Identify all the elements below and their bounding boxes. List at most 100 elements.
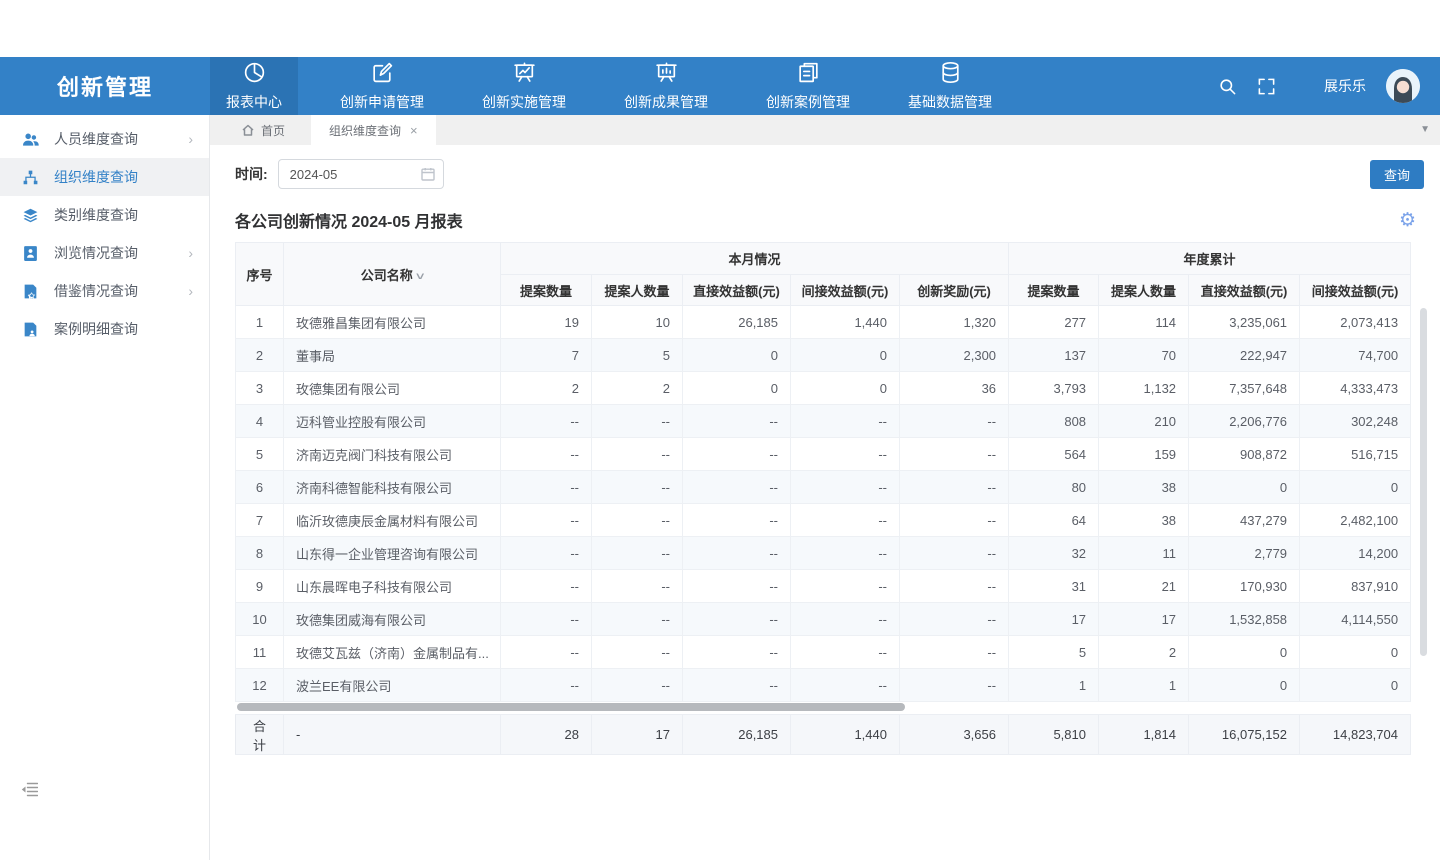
nav-item-innovation-achievement[interactable]: 创新成果管理	[608, 57, 724, 115]
cell-year-proposals: 808	[1009, 405, 1099, 438]
cell-company: 山东晨晖电子科技有限公司	[284, 570, 501, 603]
cell-year-direct-benefit: 0	[1189, 471, 1300, 504]
tab-org-dimension[interactable]: 组织维度查询 ×	[311, 115, 436, 145]
close-icon[interactable]: ×	[410, 123, 418, 138]
cell-month-reward: 2,300	[900, 339, 1009, 372]
sidebar-item-browse-status[interactable]: 浏览情况查询 ›	[0, 234, 209, 272]
date-input[interactable]	[278, 159, 444, 189]
cell-month-direct-benefit: --	[683, 438, 791, 471]
cell-month-indirect-benefit: --	[791, 438, 900, 471]
user-avatar[interactable]	[1386, 69, 1420, 103]
cell-year-proposals: 277	[1009, 306, 1099, 339]
horizontal-scrollbar-thumb[interactable]	[237, 703, 905, 711]
fullscreen-icon[interactable]	[1257, 77, 1276, 96]
total-label: 合计	[236, 715, 284, 755]
calendar-icon[interactable]	[421, 167, 435, 181]
cell-month-reward: 36	[900, 372, 1009, 405]
cell-year-proposers: 21	[1099, 570, 1189, 603]
cell-seq: 3	[236, 372, 284, 405]
report-title: 各公司创新情况 2024-05 月报表	[235, 208, 463, 232]
innovation-implement-icon	[512, 60, 537, 90]
vertical-scrollbar-thumb[interactable]	[1420, 308, 1427, 656]
nav-item-innovation-case[interactable]: 创新案例管理	[750, 57, 866, 115]
innovation-achievement-icon	[654, 60, 679, 90]
table-row: 10 玫德集团威海有限公司 -- -- -- -- -- 17 17 1,532…	[236, 603, 1411, 636]
cell-month-direct-benefit: 0	[683, 339, 791, 372]
cell-seq: 12	[236, 669, 284, 702]
table-row: 5 济南迈克阀门科技有限公司 -- -- -- -- -- 564 159 90…	[236, 438, 1411, 471]
home-icon	[242, 124, 254, 136]
cell-company: 玫德集团威海有限公司	[284, 603, 501, 636]
table-body: 1 玫德雅昌集团有限公司 19 10 26,185 1,440 1,320 27…	[236, 306, 1411, 702]
gear-icon[interactable]: ⚙	[1399, 211, 1416, 230]
cell-month-indirect-benefit: --	[791, 405, 900, 438]
cell-month-proposers: --	[592, 471, 683, 504]
cell-month-reward: --	[900, 669, 1009, 702]
cell-year-proposals: 17	[1009, 603, 1099, 636]
cell-company: 玫德集团有限公司	[284, 372, 501, 405]
cell-year-indirect-benefit: 2,482,100	[1300, 504, 1411, 537]
chevron-right-icon: ›	[188, 284, 193, 298]
cell-company: 玫德艾瓦兹（济南）金属制品有...	[284, 636, 501, 669]
cell-company: 迈科管业控股有限公司	[284, 405, 501, 438]
nav-item-innovation-implement[interactable]: 创新实施管理	[466, 57, 582, 115]
cell-company: 董事局	[284, 339, 501, 372]
cell-month-direct-benefit: --	[683, 603, 791, 636]
search-icon[interactable]	[1218, 77, 1237, 96]
sidebar-item-case-detail[interactable]: 案例明细查询	[0, 310, 209, 348]
table-row: 6 济南科德智能科技有限公司 -- -- -- -- -- 80 38 0 0	[236, 471, 1411, 504]
report-table: 序号 公司名称˅ 本月情况 年度累计 提案数量提案人数量直接效益额(元)间接效益…	[235, 242, 1411, 702]
cell-month-direct-benefit: --	[683, 504, 791, 537]
cell-year-indirect-benefit: 74,700	[1300, 339, 1411, 372]
column-header-company[interactable]: 公司名称˅	[284, 243, 501, 306]
column-header: 创新奖励(元)	[900, 275, 1009, 306]
cell-company: 山东得一企业管理咨询有限公司	[284, 537, 501, 570]
cell-month-indirect-benefit: 0	[791, 372, 900, 405]
sidebar-item-org-dimension[interactable]: 组织维度查询	[0, 158, 209, 196]
cell-year-proposers: 38	[1099, 504, 1189, 537]
chevron-right-icon: ›	[188, 246, 193, 260]
sidebar-item-person-dimension[interactable]: 人员维度查询 ›	[0, 120, 209, 158]
group-header-month: 本月情况	[501, 243, 1009, 275]
sidebar-item-reference-status[interactable]: 借鉴情况查询 ›	[0, 272, 209, 310]
cell-year-proposals: 564	[1009, 438, 1099, 471]
cell-year-indirect-benefit: 516,715	[1300, 438, 1411, 471]
cell-month-proposers: --	[592, 537, 683, 570]
cell-seq: 4	[236, 405, 284, 438]
total-year-proposers: 1,814	[1099, 715, 1189, 755]
cell-month-reward: --	[900, 471, 1009, 504]
query-button[interactable]: 查询	[1370, 160, 1424, 189]
cell-year-indirect-benefit: 302,248	[1300, 405, 1411, 438]
sidebar-collapse-icon[interactable]	[21, 782, 38, 802]
cell-year-indirect-benefit: 837,910	[1300, 570, 1411, 603]
cell-year-proposers: 1	[1099, 669, 1189, 702]
tab-home[interactable]: 首页	[224, 115, 303, 145]
table-row: 11 玫德艾瓦兹（济南）金属制品有... -- -- -- -- -- 5 2 …	[236, 636, 1411, 669]
cell-year-proposals: 80	[1009, 471, 1099, 504]
cell-month-reward: --	[900, 405, 1009, 438]
cell-month-proposers: --	[592, 438, 683, 471]
table-row: 1 玫德雅昌集团有限公司 19 10 26,185 1,440 1,320 27…	[236, 306, 1411, 339]
cell-month-reward: --	[900, 603, 1009, 636]
cell-month-proposals: 2	[501, 372, 592, 405]
cell-year-direct-benefit: 0	[1189, 636, 1300, 669]
cell-month-direct-benefit: --	[683, 537, 791, 570]
cell-month-proposals: 7	[501, 339, 592, 372]
nav-item-innovation-apply[interactable]: 创新申请管理	[324, 57, 440, 115]
tabbar-dropdown-icon[interactable]: ▼	[1420, 124, 1430, 135]
nav-item-report-center[interactable]: 报表中心	[210, 57, 298, 115]
column-header: 提案人数量	[592, 275, 683, 306]
cell-company: 济南迈克阀门科技有限公司	[284, 438, 501, 471]
total-month-reward: 3,656	[900, 715, 1009, 755]
cell-year-proposers: 1,132	[1099, 372, 1189, 405]
cell-month-direct-benefit: --	[683, 570, 791, 603]
chevron-right-icon: ›	[188, 132, 193, 146]
current-user-name[interactable]: 展乐乐	[1324, 76, 1366, 96]
cell-month-proposers: --	[592, 504, 683, 537]
total-year-direct-benefit: 16,075,152	[1189, 715, 1300, 755]
cell-year-proposers: 210	[1099, 405, 1189, 438]
sidebar-item-category-dimension[interactable]: 类别维度查询	[0, 196, 209, 234]
cell-company: 波兰EE有限公司	[284, 669, 501, 702]
nav-item-base-data[interactable]: 基础数据管理	[892, 57, 1008, 115]
report-table-zone: 序号 公司名称˅ 本月情况 年度累计 提案数量提案人数量直接效益额(元)间接效益…	[235, 242, 1410, 755]
